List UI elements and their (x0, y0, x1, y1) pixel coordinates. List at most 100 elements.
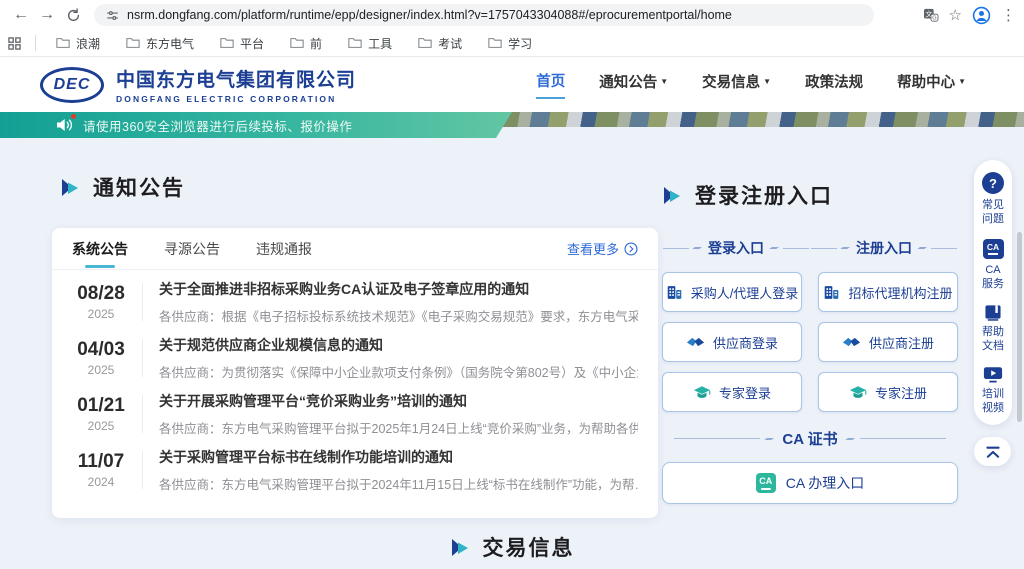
bookmark-folder[interactable]: 工具 (342, 33, 398, 54)
notices-section: 通知公告 系统公告 寻源公告 违规通报 查看更多 (52, 172, 658, 518)
bidding-agency-register-button[interactable]: 招标代理机构注册 (818, 272, 958, 312)
chevron-down-icon: ▼ (660, 77, 668, 86)
apps-grid-icon[interactable] (8, 37, 21, 50)
faq-item[interactable]: ? 常见问题 (981, 172, 1005, 226)
company-name-en: DONGFANG ELECTRIC CORPORATION (116, 94, 356, 104)
folder-icon (220, 37, 234, 49)
nav-policies[interactable]: 政策法规 (805, 71, 863, 98)
notice-title[interactable]: 关于规范供应商企业规模信息的通知 (159, 335, 638, 355)
notice-title[interactable]: 关于全面推进非招标采购业务CA认证及电子签章应用的通知 (159, 279, 638, 299)
bookmark-folder[interactable]: 平台 (214, 33, 270, 54)
book-icon (983, 304, 1003, 321)
bookmark-folder-label: 平台 (240, 35, 264, 52)
notice-row[interactable]: 11/07 2024 关于采购管理平台标书在线制作功能培训的通知 各供应商：东方… (52, 442, 658, 498)
nav-notices[interactable]: 通知公告▼ (599, 71, 668, 98)
supplier-register-button[interactable]: 供应商注册 (818, 322, 958, 362)
reload-icon[interactable] (60, 2, 86, 28)
bookmark-star-icon[interactable]: ☆ (949, 6, 962, 24)
ca-card-icon: CA (983, 239, 1004, 259)
circle-chevron-right-icon (624, 242, 638, 256)
folder-icon (126, 37, 140, 49)
chevron-down-icon: ▼ (763, 77, 771, 86)
profile-avatar-icon[interactable] (972, 6, 991, 25)
ca-apply-button[interactable]: CA CA 办理入口 (662, 462, 958, 504)
nav-help-center[interactable]: 帮助中心▼ (897, 71, 966, 98)
notices-tabs: 系统公告 寻源公告 违规通报 查看更多 (52, 228, 658, 270)
nav-home[interactable]: 首页 (536, 70, 565, 99)
translate-icon[interactable]: 文G (923, 8, 939, 22)
notification-dot (71, 114, 76, 119)
chrome-menu-icon[interactable]: ⋮ (1001, 6, 1016, 24)
folder-icon (56, 37, 70, 49)
video-play-icon (983, 366, 1003, 383)
notice-row[interactable]: 04/03 2025 关于规范供应商企业规模信息的通知 各供应商：为贯彻落实《保… (52, 330, 658, 386)
notice-date: 04/03 2025 (72, 339, 130, 377)
notice-date: 11/07 2024 (72, 451, 130, 489)
bookmark-folder[interactable]: 前 (284, 33, 328, 54)
bookmark-folder[interactable]: 学习 (482, 33, 538, 54)
login-register-section: 登录注册入口 登录入口 注册入口 采购人/代理人登录 (662, 180, 958, 504)
company-name: 中国东方电气集团有限公司 DONGFANG ELECTRIC CORPORATI… (116, 65, 356, 104)
purchaser-agent-login-button[interactable]: 采购人/代理人登录 (662, 272, 802, 312)
nav-trade-info[interactable]: 交易信息▼ (702, 71, 771, 98)
bookmark-folder-label: 工具 (368, 35, 392, 52)
url-text[interactable]: nsrm.dongfang.com/platform/runtime/epp/d… (127, 8, 732, 22)
ca-service-item[interactable]: CA CA服务 (981, 239, 1005, 291)
login-buttons-grid: 采购人/代理人登录 招标代理机构注册 供应商登录 供应商注册 专家登录 (662, 272, 958, 412)
notice-summary: 各供应商：根据《电子招标投标系统技术规范》《电子采购交易规范》要求，东方电气采购… (159, 306, 638, 325)
bookmark-folder-label: 东方电气 (146, 35, 194, 52)
notice-title[interactable]: 关于开展采购管理平台“竞价采购业务”培训的通知 (159, 391, 638, 411)
notice-summary: 各供应商：东方电气采购管理平台拟于2025年1月24日上线“竞价采购”业务，为帮… (159, 418, 638, 437)
supplier-login-button[interactable]: 供应商登录 (662, 322, 802, 362)
bookmarks-bar: 浪潮 东方电气 平台 前 工具 (0, 30, 1024, 57)
folder-icon (290, 37, 304, 49)
notice-date-day: 08/28 (77, 283, 125, 305)
expert-login-button[interactable]: 专家登录 (662, 372, 802, 412)
bookmark-folder[interactable]: 考试 (412, 33, 468, 54)
ca-section-header: CA 证书 (662, 428, 958, 449)
help-docs-item[interactable]: 帮助文档 (981, 304, 1005, 353)
ca-card-icon: CA (756, 473, 776, 493)
training-videos-item[interactable]: 培训视频 (981, 366, 1005, 415)
site-header: DEC 中国东方电气集团有限公司 DONGFANG ELECTRIC CORPO… (0, 57, 1024, 112)
forward-icon[interactable]: → (34, 2, 60, 28)
tab-violation-reports[interactable]: 违规通报 (256, 228, 312, 270)
notice-list: 08/28 2025 关于全面推进非招标采购业务CA认证及电子签章应用的通知 各… (52, 270, 658, 498)
dec-logo[interactable]: DEC (40, 67, 104, 103)
bookmark-folder[interactable]: 东方电气 (120, 33, 200, 54)
divider (142, 451, 143, 489)
back-icon[interactable]: ← (8, 2, 34, 28)
svg-text:G: G (932, 16, 936, 22)
tab-system-notices[interactable]: 系统公告 (72, 228, 128, 270)
back-to-top-button[interactable] (974, 437, 1011, 466)
tab-sourcing-notices[interactable]: 寻源公告 (164, 228, 220, 270)
notice-date-year: 2024 (88, 475, 115, 489)
bookmark-folder-label: 考试 (438, 35, 462, 52)
notice-date-day: 04/03 (77, 339, 125, 361)
expert-register-button[interactable]: 专家注册 (818, 372, 958, 412)
graduation-cap-icon (693, 385, 711, 400)
notice-date-year: 2025 (88, 363, 115, 377)
notice-date: 08/28 2025 (72, 283, 130, 321)
login-section-title: 登录注册入口 (662, 180, 958, 210)
main-content: 通知公告 系统公告 寻源公告 违规通报 查看更多 (0, 127, 1024, 569)
view-more-link[interactable]: 查看更多 (567, 239, 638, 258)
chevron-down-icon: ▼ (958, 77, 966, 86)
site-settings-icon[interactable] (106, 9, 119, 22)
notice-row[interactable]: 08/28 2025 关于全面推进非招标采购业务CA认证及电子签章应用的通知 各… (52, 274, 658, 330)
notice-date-year: 2025 (88, 419, 115, 433)
notice-summary: 各供应商：东方电气采购管理平台拟于2024年11月15日上线“标书在线制作”功能… (159, 474, 638, 493)
notice-title[interactable]: 关于采购管理平台标书在线制作功能培训的通知 (159, 447, 638, 467)
page-scrollbar[interactable] (1017, 232, 1022, 422)
bookmark-folder[interactable]: 浪潮 (50, 33, 106, 54)
section-arrow-icon (60, 178, 81, 197)
address-bar[interactable]: nsrm.dongfang.com/platform/runtime/epp/d… (94, 4, 874, 26)
notice-row[interactable]: 01/21 2025 关于开展采购管理平台“竞价采购业务”培训的通知 各供应商：… (52, 386, 658, 442)
divider (35, 35, 36, 51)
speaker-icon (56, 118, 74, 132)
trade-info-section-title: 交易信息 (0, 532, 1024, 562)
notices-section-title: 通知公告 (60, 172, 658, 202)
section-arrow-icon (450, 538, 471, 557)
main-nav: 首页 通知公告▼ 交易信息▼ 政策法规 帮助中心▼ (536, 70, 984, 99)
quick-sidebar: ? 常见问题 CA CA服务 帮助文档 培训视频 (974, 160, 1012, 425)
